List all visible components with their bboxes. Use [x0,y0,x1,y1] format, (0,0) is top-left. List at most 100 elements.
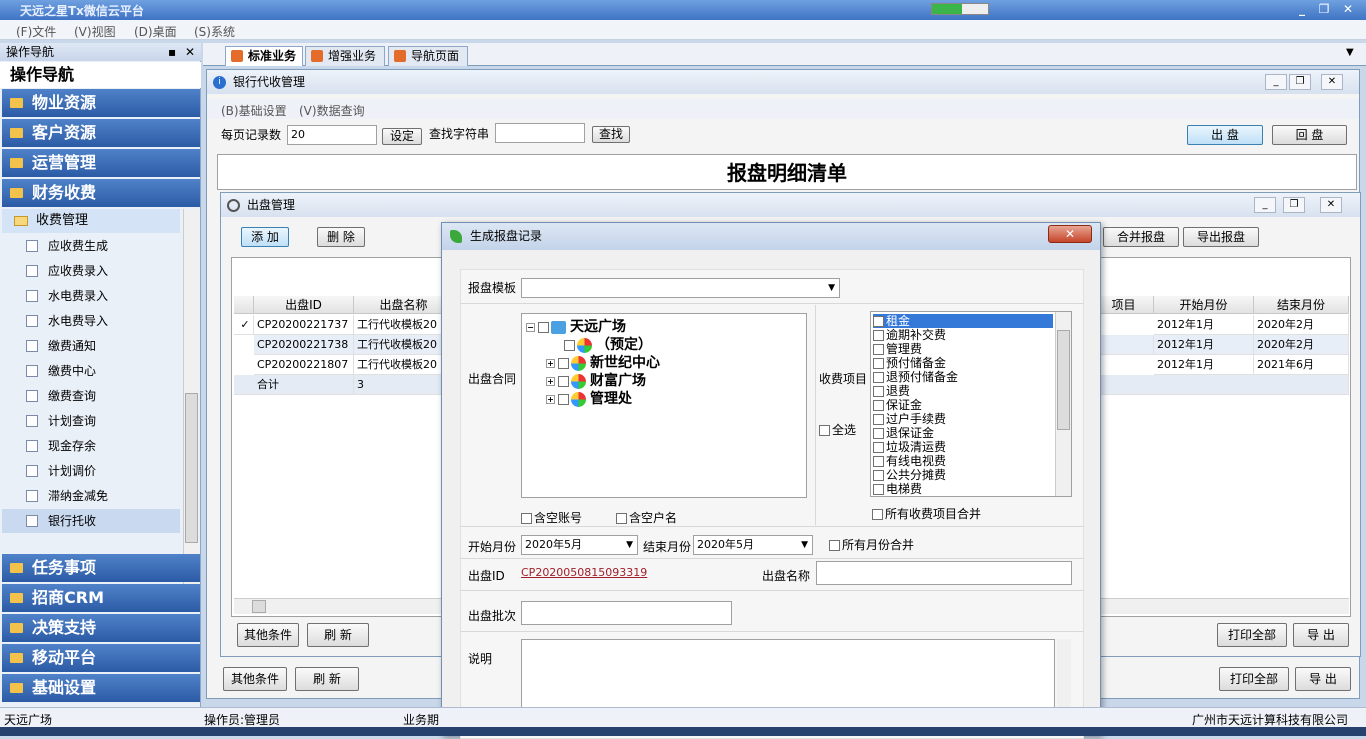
table-cell[interactable]: 2021年6月 [1254,355,1349,375]
nav-category-1[interactable]: 物业资源 [2,89,200,117]
refresh-button[interactable]: 刷 新 [295,667,359,691]
nav-category-6[interactable]: 招商CRM [2,584,200,612]
fee-item[interactable]: 退费 [873,384,1053,398]
table-cell[interactable]: 2020年2月 [1254,315,1349,335]
checkbox[interactable] [873,372,884,383]
nav-item-6[interactable]: 缴费中心 [2,359,180,383]
minimize-button[interactable]: _ [1265,74,1287,90]
pin-icon[interactable]: ▪ [168,43,176,61]
fee-item[interactable]: 公共分摊费 [873,468,1053,482]
checkbox[interactable] [872,509,883,520]
nav-category-9[interactable]: 基础设置 [2,674,200,702]
nav-subcategory[interactable]: 收费管理 [2,209,180,233]
nav-item-11[interactable]: 滞纳金减免 [2,484,180,508]
checkbox[interactable] [873,330,884,341]
checkbox[interactable] [873,484,884,495]
grid-header-id[interactable]: 出盘ID [254,296,354,314]
fee-item[interactable]: 有线电视费 [873,454,1053,468]
tab-navigation[interactable]: 导航页面 [388,46,468,66]
nav-item-7[interactable]: 缴费查询 [2,384,180,408]
checkbox[interactable] [873,344,884,355]
search-button[interactable]: 查找 [592,126,630,143]
fee-list-scrollbar[interactable] [1055,312,1071,496]
minimize-button[interactable]: _ [1292,1,1312,18]
table-cell[interactable]: 工行代收模板20 [354,315,454,335]
set-button[interactable]: 设定 [382,128,422,145]
delete-button[interactable]: 删 除 [317,227,365,247]
nav-category-4[interactable]: 财务收费 [2,179,200,207]
merge-months-checkbox[interactable]: 所有月份合并 [829,536,914,553]
menu-data-query[interactable]: (V)数据查询 [299,102,365,119]
tab-standard[interactable]: 标准业务 [225,46,303,66]
tree-node-root[interactable]: − 天远广场 [526,316,626,336]
per-page-input[interactable]: 20 [287,125,377,145]
nav-item-9[interactable]: 现金存余 [2,434,180,458]
checkbox[interactable] [873,400,884,411]
table-cell[interactable]: 工行代收模板20 [354,355,454,375]
batch-input[interactable] [521,601,732,625]
nav-scrollbar[interactable] [183,209,199,595]
close-icon[interactable]: ✕ [185,43,195,61]
end-month-select[interactable]: 2020年5月 ▼ [693,535,813,555]
nav-category-7[interactable]: 决策支持 [2,614,200,642]
menu-view[interactable]: (V)视图 [74,23,116,40]
restore-button[interactable]: ❐ [1289,74,1311,90]
grid-header-start[interactable]: 开始月份 [1154,296,1254,314]
nav-category-2[interactable]: 客户资源 [2,119,200,147]
nav-category-8[interactable]: 移动平台 [2,644,200,672]
out-button[interactable]: 出 盘 [1187,125,1263,145]
restore-button[interactable]: ❐ [1314,1,1334,18]
empty-account-checkbox[interactable]: 含空账号 [521,509,582,526]
fee-item[interactable]: 垃圾清运费 [873,440,1053,454]
contract-tree[interactable]: − 天远广场 （预定） + 新世纪中心 + 财富广场 + 管理处 [521,313,807,498]
grid-header-end[interactable]: 结束月份 [1254,296,1349,314]
nav-item-10[interactable]: 计划调价 [2,459,180,483]
export-report-button[interactable]: 导出报盘 [1183,227,1259,247]
checkbox[interactable] [521,513,532,524]
refresh-button[interactable]: 刷 新 [307,623,369,647]
table-cell[interactable]: 2012年1月 [1154,315,1254,335]
start-month-select[interactable]: 2020年5月 ▼ [521,535,638,555]
checkbox[interactable] [538,321,549,333]
tree-node-4[interactable]: + 管理处 [546,388,632,408]
tab-dropdown-icon[interactable]: ▼ [1346,47,1354,58]
checkbox[interactable] [558,357,569,369]
nav-item-1[interactable]: 应收费生成 [2,234,180,258]
grid-header-name[interactable]: 出盘名称 [354,296,454,314]
checkbox[interactable] [829,540,840,551]
tree-node-1[interactable]: （预定） [564,334,652,354]
checkbox[interactable] [616,513,627,524]
checkbox[interactable] [564,339,575,351]
empty-name-checkbox[interactable]: 含空户名 [616,509,677,526]
checkbox[interactable] [558,375,569,387]
checkbox[interactable] [873,470,884,481]
nav-item-4[interactable]: 水电费导入 [2,309,180,333]
checkbox[interactable] [873,414,884,425]
expand-icon[interactable]: + [546,394,555,404]
close-button[interactable]: ✕ [1338,1,1358,18]
fee-item[interactable]: 退保证金 [873,426,1053,440]
table-cell[interactable]: 工行代收模板20 [354,335,454,355]
minimize-button[interactable]: _ [1254,197,1276,213]
print-all-button[interactable]: 打印全部 [1217,623,1287,647]
menu-basic-settings[interactable]: (B)基础设置 [221,102,287,119]
fee-item[interactable]: 退预付储备金 [873,370,1053,384]
add-button[interactable]: 添 加 [241,227,289,247]
fee-item[interactable]: 电梯费 [873,482,1053,496]
restore-button[interactable]: ❐ [1283,197,1305,213]
fee-item[interactable]: 逾期补交费 [873,328,1053,342]
nav-category-5[interactable]: 任务事项 [2,554,200,582]
nav-item-8[interactable]: 计划查询 [2,409,180,433]
export-button[interactable]: 导 出 [1295,667,1351,691]
nav-item-12[interactable]: 银行托收 [2,509,180,533]
nav-item-5[interactable]: 缴费通知 [2,334,180,358]
tree-node-2[interactable]: + 新世纪中心 [546,352,660,372]
search-input[interactable] [495,123,585,143]
checkbox[interactable] [873,358,884,369]
close-button[interactable]: ✕ [1320,197,1342,213]
table-cell[interactable]: 2020年2月 [1254,335,1349,355]
tab-enhanced[interactable]: 增强业务 [305,46,385,66]
merge-report-button[interactable]: 合并报盘 [1103,227,1179,247]
fee-item[interactable]: 管理费 [873,342,1053,356]
checkbox[interactable] [873,428,884,439]
